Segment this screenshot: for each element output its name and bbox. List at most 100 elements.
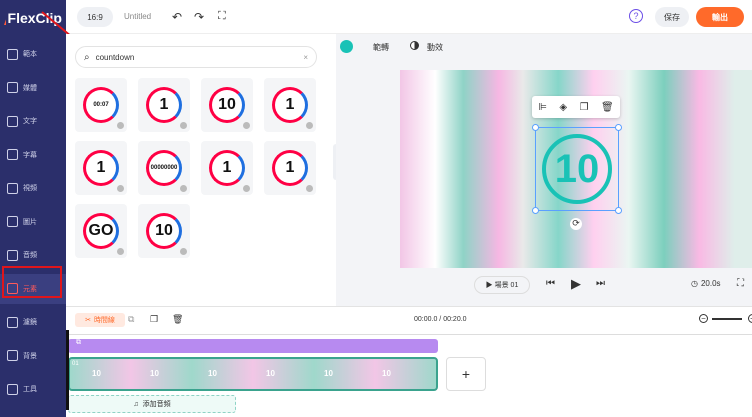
element-tile[interactable]: 00:07 [75,78,127,132]
duplicate-icon[interactable]: ❐ [580,102,589,113]
overlay-track[interactable]: ⧉ [68,339,438,353]
clip-frame-label: 10 [208,369,217,378]
sidebar-item-5[interactable]: 圖片 [0,207,66,237]
premium-badge-icon [117,185,124,192]
tile-label: 1 [146,87,182,123]
scene-selector[interactable]: ▶ 場景 01 [474,276,530,294]
sidebar-item-icon [7,249,18,261]
align-icon[interactable]: ⊫ [538,102,547,113]
zoom-out-icon[interactable]: − [699,314,708,323]
opacity-icon[interactable] [410,41,419,50]
element-tile[interactable]: 1 [264,141,316,195]
range-button[interactable]: 範轉 [373,42,389,53]
sidebar-item-icon [7,149,18,160]
fullscreen-icon[interactable]: ⛶ [218,10,226,23]
sidebar-item-8[interactable]: 濾鏡 [0,307,66,337]
tile-label: 00:07 [83,87,119,123]
clip-frame-label: 10 [382,369,391,378]
element-tile[interactable]: 1 [264,78,316,132]
zoom-slider[interactable] [712,318,742,320]
search-icon: ⌕ [84,51,90,63]
document-title[interactable]: Untitled [124,12,151,21]
element-tile[interactable]: 1 [138,78,190,132]
duration-label[interactable]: 20.0s [701,279,721,288]
element-tile[interactable]: 10 [138,204,190,258]
next-icon[interactable]: ⏭ [596,278,605,289]
premium-badge-icon [180,185,187,192]
premium-badge-icon [306,185,313,192]
scissors-icon: ✂ [85,317,91,324]
search-value: countdown [95,52,135,62]
top-bar: 16:9 Untitled ↶ ↷ ⛶ ? 保存 輸出 [66,0,752,34]
element-tile[interactable]: 00000000 [138,141,190,195]
sidebar-item-icon [7,316,18,328]
sidebar-item-2[interactable]: 文字 [0,106,66,136]
premium-badge-icon [117,122,124,129]
tile-label: GO [83,213,119,249]
element-tile[interactable]: GO [75,204,127,258]
fullscreen-preview-icon[interactable]: ⛶ [737,278,744,289]
video-canvas[interactable]: ⊫ ◈ ❐ 🗑 10 ⟳ [400,70,752,268]
export-button[interactable]: 輸出 [696,7,744,27]
color-swatch[interactable] [340,40,353,53]
clock-icon: ◷ [691,279,698,288]
highlight-box [2,266,62,298]
sidebar-item-10[interactable]: 工具 [0,374,66,404]
sidebar-item-label: 媒體 [23,84,37,92]
sidebar-item-label: 字幕 [23,151,37,159]
element-tile[interactable]: 1 [75,141,127,195]
help-icon[interactable]: ? [629,9,643,23]
sidebar-item-label: 濾鏡 [23,319,37,326]
tile-label: 10 [146,213,182,249]
playhead[interactable] [66,330,69,410]
timeline-tab[interactable]: ✂ 時間線 [75,313,125,327]
video-clip[interactable]: 01 10 10 10 10 10 10 [68,357,438,391]
add-scene-button[interactable]: + [446,357,486,391]
element-tile[interactable]: 1 [201,141,253,195]
add-audio-button[interactable]: ♫ 添加音頻 [68,395,236,413]
sidebar-item-icon [7,383,18,395]
ruler [66,329,752,335]
timeline-tab-label: 時間線 [93,317,115,324]
play-icon[interactable]: ▶ [571,276,581,292]
countdown-element: 10 [542,134,612,204]
tile-label: 1 [272,150,308,186]
sidebar-item-3[interactable]: 字幕 [0,140,66,170]
element-tile[interactable]: 10 [201,78,253,132]
layers-icon[interactable]: ◈ [559,102,567,113]
sidebar-item-1[interactable]: 媒體 [0,73,66,103]
trash-icon[interactable]: 🗑 [172,314,183,325]
animate-button[interactable]: 動效 [427,42,443,53]
search-input[interactable]: ⌕ countdown × [75,46,317,68]
sidebar-item-4[interactable]: 視頻 [0,173,66,203]
premium-badge-icon [180,248,187,255]
rotate-icon[interactable]: ⟳ [570,218,582,230]
delete-icon[interactable]: 🗑 [601,102,614,113]
undo-icon[interactable]: ↶ [172,10,182,24]
clip-frame-label: 10 [150,369,159,378]
clip-frame-label: 10 [324,369,333,378]
save-button[interactable]: 保存 [655,7,689,27]
time-readout: 00:00.0 / 00:20.0 [414,316,467,323]
redo-icon[interactable]: ↷ [194,10,204,24]
clear-icon[interactable]: × [303,53,308,62]
sidebar-item-label: 文字 [23,118,37,125]
tile-label: 10 [209,87,245,123]
copy-icon[interactable]: ❐ [150,314,158,325]
clip-frame-label: 10 [266,369,275,378]
split-icon[interactable]: ⧉ [128,314,134,325]
music-icon: ♫ [133,400,139,408]
previous-icon[interactable]: ⏮ [546,278,555,289]
clip-frame-label: 10 [92,369,101,378]
sidebar-item-9[interactable]: 背景 [0,341,66,371]
selection-box[interactable]: 10 [532,124,622,214]
zoom-in-icon[interactable]: + [748,314,752,323]
sidebar-item-label: 背景 [23,352,37,360]
elements-panel: ⌕ countdown × 00:07110110000000011GO10 ‹ [66,34,342,306]
sidebar-item-label: 工具 [23,386,37,393]
tile-label: 1 [209,150,245,186]
sidebar-item-label: 音頻 [23,252,37,259]
premium-badge-icon [243,122,250,129]
sidebar-item-icon [7,115,18,127]
tile-label: 00000000 [146,150,182,186]
